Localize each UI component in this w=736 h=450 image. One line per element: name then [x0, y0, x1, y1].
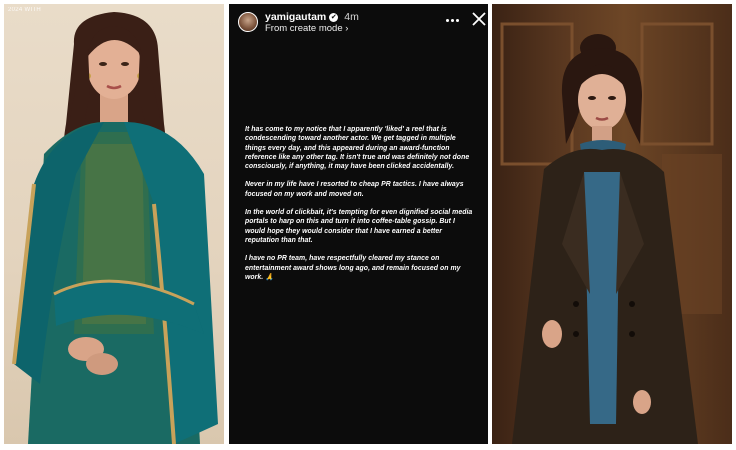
story-source-label: From create mode: [265, 23, 343, 34]
verified-badge-icon: ✔: [329, 13, 339, 22]
story-paragraph: It has come to my notice that I apparent…: [245, 126, 470, 171]
woman-in-trench-coat-illustration: [500, 22, 722, 444]
instagram-story: yamigautam ✔ 4m From create mode › It has …: [229, 4, 488, 444]
more-options-icon-dot: [451, 19, 454, 22]
story-header: yamigautam ✔ 4m From create mode ›: [235, 10, 486, 34]
story-handle[interactable]: yamigautam: [265, 11, 326, 23]
more-options-button[interactable]: [445, 12, 461, 28]
chevron-right-icon: ›: [345, 23, 349, 34]
story-paragraph: I have no PR team, have respectfully cle…: [245, 255, 461, 281]
right-photo: [492, 4, 732, 444]
close-button[interactable]: [471, 11, 487, 27]
story-time: 4m: [344, 11, 359, 23]
left-photo: 2024 WITH: [4, 4, 224, 444]
close-icon: [472, 12, 486, 26]
photo-credit: 2024 WITH: [8, 7, 42, 13]
story-statement: It has come to my notice that I apparent…: [245, 125, 477, 291]
story-author-row: yamigautam ✔ 4m: [265, 11, 359, 23]
story-source[interactable]: From create mode ›: [265, 23, 348, 34]
woman-in-teal-illustration: [12, 12, 218, 444]
story-paragraph: In the world of clickbait, it's tempting…: [245, 209, 473, 244]
more-options-icon-dot: [456, 19, 459, 22]
more-options-icon: [446, 19, 449, 22]
story-paragraph: Never in my life have I resorted to chea…: [245, 181, 464, 198]
avatar[interactable]: [238, 12, 258, 32]
